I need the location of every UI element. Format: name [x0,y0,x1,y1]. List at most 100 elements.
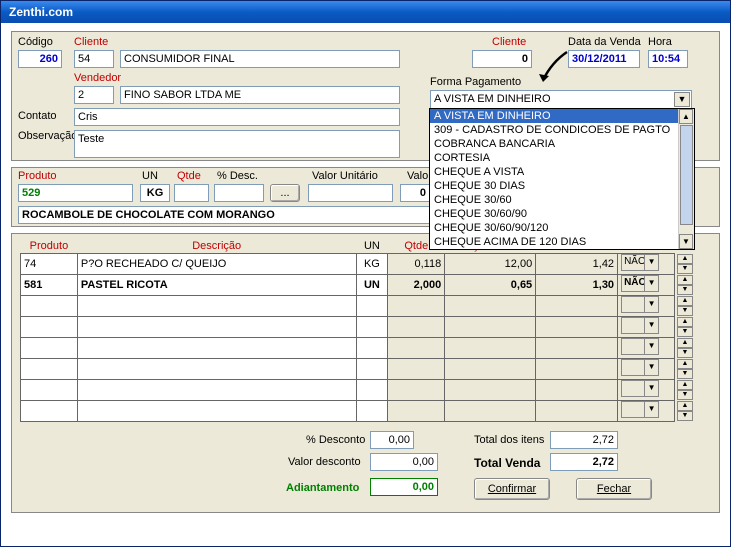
table-row[interactable]: 74P?O RECHEADO C/ QUEIJOKG0,11812,001,42… [21,254,700,275]
cell-peso[interactable]: NÃO▼ [618,275,675,296]
un-input[interactable] [140,184,170,202]
valdesc-input[interactable] [370,453,438,471]
cell-valor[interactable]: 1,30 [536,275,618,296]
cell-peso[interactable]: ▼ [618,401,675,422]
cell-qtde[interactable] [388,359,445,380]
scroll-down-icon[interactable]: ▼ [679,234,693,249]
spinner-up-icon[interactable]: ▲ [677,359,693,369]
cell-un[interactable] [356,338,388,359]
produto-desc-input[interactable] [18,206,430,224]
cliente2-input[interactable] [472,50,532,68]
cell-cod[interactable] [21,380,78,401]
forma-option[interactable]: CORTESIA [430,151,694,165]
cell-desc[interactable] [77,380,356,401]
cell-cod[interactable] [21,317,78,338]
chevron-down-icon[interactable]: ▼ [644,360,658,375]
cell-qtde[interactable] [388,317,445,338]
table-row[interactable]: ▼▲▼ [21,296,700,317]
chevron-down-icon[interactable]: ▼ [644,381,658,396]
forma-pagamento-combo[interactable]: A VISTA EM DINHEIRO ▼ [430,90,692,109]
forma-option[interactable]: 309 - CADASTRO DE CONDICOES DE PAGTO [430,123,694,137]
codigo-input[interactable] [18,50,62,68]
forma-option[interactable]: CHEQUE ACIMA DE 120 DIAS [430,235,694,249]
spinner-down-icon[interactable]: ▼ [677,285,693,295]
pdesc-total-input[interactable] [370,431,414,449]
peso-combo-empty[interactable]: ▼ [621,338,659,355]
cell-preco[interactable]: 0,65 [445,275,536,296]
pdesc-input[interactable] [214,184,264,202]
cell-desc[interactable] [77,317,356,338]
spinner-down-icon[interactable]: ▼ [677,306,693,316]
cell-un[interactable] [356,359,388,380]
row-spinner[interactable]: ▲▼ [677,317,693,337]
forma-option[interactable]: CHEQUE A VISTA [430,165,694,179]
cell-un[interactable] [356,401,388,422]
qtde-input[interactable] [174,184,209,202]
forma-option[interactable]: CHEQUE 30/60 [430,193,694,207]
cell-valor[interactable] [536,359,618,380]
peso-combo-empty[interactable]: ▼ [621,401,659,418]
cell-qtde[interactable] [388,296,445,317]
chevron-down-icon[interactable]: ▼ [644,402,658,417]
cell-qtde[interactable] [388,401,445,422]
row-spinner[interactable]: ▲▼ [677,254,693,274]
table-row[interactable]: ▼ ▲▼ [21,317,700,338]
spinner-up-icon[interactable]: ▲ [677,317,693,327]
cell-preco[interactable] [445,296,536,317]
cell-desc[interactable]: PASTEL RICOTA [77,275,356,296]
forma-option[interactable]: A VISTA EM DINHEIRO [430,109,694,123]
cell-peso[interactable]: ▼ [618,380,675,401]
cell-valor[interactable] [536,401,618,422]
cell-cod[interactable] [21,401,78,422]
cell-qtde[interactable]: 2,000 [388,275,445,296]
spinner-up-icon[interactable]: ▲ [677,338,693,348]
peso-combo[interactable]: NÃO▼ [621,275,659,292]
peso-combo-empty[interactable]: ▼ [621,359,659,376]
cell-cod[interactable]: 581 [21,275,78,296]
cell-peso[interactable]: ▼ [618,296,675,317]
cell-preco[interactable] [445,380,536,401]
cell-desc[interactable] [77,401,356,422]
peso-combo-empty[interactable]: ▼ [621,380,659,397]
combo-dropdown-icon[interactable]: ▼ [674,92,690,107]
hora-input[interactable] [648,50,688,68]
spinner-down-icon[interactable]: ▼ [677,369,693,379]
valor-input[interactable] [400,184,430,202]
cell-valor[interactable] [536,296,618,317]
vendedor-nome-input[interactable] [120,86,400,104]
confirmar-button[interactable]: Confirmar [474,478,550,500]
data-input[interactable] [568,50,640,68]
chevron-down-icon[interactable]: ▼ [644,255,658,270]
fechar-button[interactable]: Fechar [576,478,652,500]
chevron-down-icon[interactable]: ▼ [644,276,658,291]
table-row[interactable]: ▼▲▼ [21,380,700,401]
cell-preco[interactable] [445,401,536,422]
cell-valor[interactable] [536,317,618,338]
cell-cod[interactable]: 74 [21,254,78,275]
row-spinner[interactable]: ▲▼ [677,275,693,295]
cell-valor[interactable]: 1,42 [536,254,618,275]
forma-option[interactable]: COBRANCA BANCARIA [430,137,694,151]
cell-un[interactable] [356,380,388,401]
valor-unit-input[interactable] [308,184,393,202]
cliente-nome-input[interactable] [120,50,400,68]
cell-qtde[interactable]: 0,118 [388,254,445,275]
chevron-down-icon[interactable]: ▼ [644,339,658,354]
cell-cod[interactable] [21,296,78,317]
table-row[interactable]: ▼▲▼ [21,359,700,380]
cell-desc[interactable] [77,359,356,380]
chevron-down-icon[interactable]: ▼ [644,318,658,333]
table-row[interactable]: ▼▲▼ [21,338,700,359]
cell-un[interactable] [356,317,388,338]
produto-input[interactable] [18,184,133,202]
spinner-up-icon[interactable]: ▲ [677,275,693,285]
peso-combo-empty[interactable]: ▼ [621,296,659,313]
contato-input[interactable] [74,108,400,126]
cell-un[interactable]: KG [356,254,388,275]
observacao-input[interactable] [74,130,400,158]
spinner-up-icon[interactable]: ▲ [677,296,693,306]
cell-cod[interactable] [21,338,78,359]
peso-combo[interactable]: NÃO▼ [621,254,659,271]
adiant-input[interactable] [370,478,438,496]
cell-un[interactable]: UN [356,275,388,296]
